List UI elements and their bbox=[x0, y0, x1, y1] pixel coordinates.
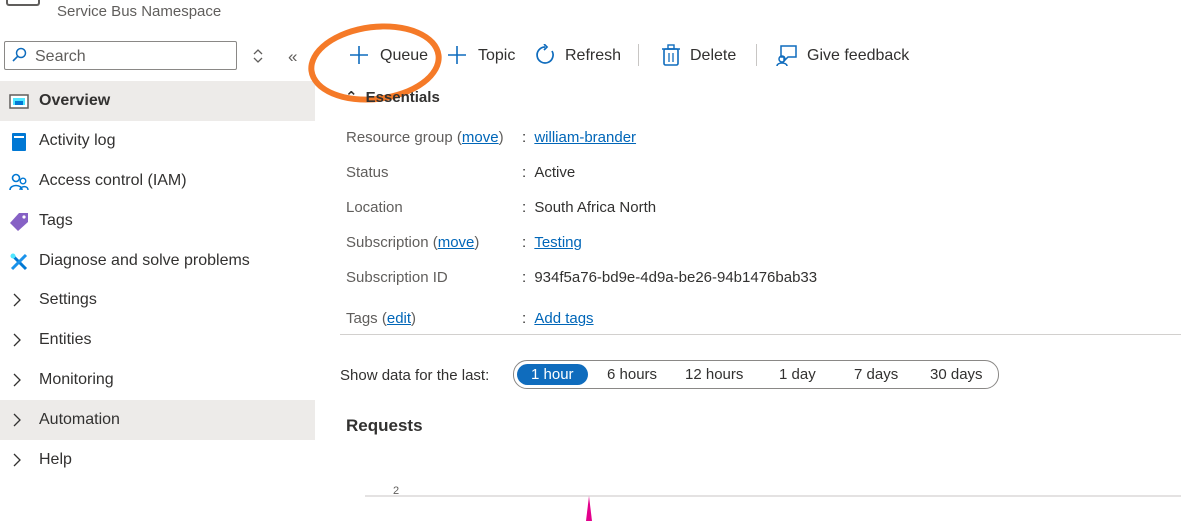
time-option-1-day[interactable]: 1 day bbox=[779, 366, 816, 383]
sidebar-item-entities[interactable]: Entities bbox=[0, 320, 315, 360]
toolbar-divider bbox=[756, 44, 757, 66]
sidebar-item-label: Activity log bbox=[39, 132, 116, 149]
sidebar-item-label: Monitoring bbox=[39, 371, 114, 388]
time-option-1-hour[interactable]: 1 hour bbox=[517, 364, 588, 385]
search-icon bbox=[12, 47, 27, 62]
trash-icon bbox=[662, 44, 680, 66]
time-option-6-hours[interactable]: 6 hours bbox=[607, 366, 657, 383]
feedback-label: Give feedback bbox=[807, 47, 910, 64]
time-option-7-days[interactable]: 7 days bbox=[854, 366, 898, 383]
sidebar-item-label: Access control (IAM) bbox=[39, 172, 187, 189]
resource-group-label: Resource group (move) bbox=[346, 129, 504, 146]
divider bbox=[340, 334, 1181, 335]
sidebar-item-automation[interactable]: Automation bbox=[0, 400, 315, 440]
sort-updown-icon[interactable] bbox=[252, 48, 264, 64]
add-tags-link[interactable]: Add tags bbox=[534, 310, 593, 327]
subscription-label: Subscription (move) bbox=[346, 234, 480, 251]
subscription-id-value: : 934f5a76-bd9e-4d9a-be26-94b1476bab33 bbox=[522, 269, 818, 286]
subscription-id-label: Subscription ID bbox=[346, 269, 448, 286]
chevron-up-icon: ⌃ bbox=[345, 89, 358, 106]
topic-label: Topic bbox=[478, 47, 516, 64]
time-range-label: Show data for the last: bbox=[340, 367, 490, 384]
people-icon bbox=[9, 173, 29, 191]
sidebar-item-label: Settings bbox=[39, 291, 97, 308]
resource-group-value: : william-brander bbox=[522, 129, 637, 146]
status-value: : Active bbox=[522, 164, 576, 181]
sidebar-item-monitoring[interactable]: Monitoring bbox=[0, 360, 315, 400]
sidebar-item-label: Tags bbox=[39, 212, 73, 229]
tags-label: Tags (edit) bbox=[346, 310, 417, 327]
service-bus-icon bbox=[6, 0, 40, 6]
overview-icon bbox=[9, 94, 29, 109]
sidebar-item-label: Automation bbox=[39, 411, 120, 428]
add-topic-button[interactable]: Topic bbox=[446, 42, 522, 70]
wrench-icon bbox=[10, 253, 28, 271]
sidebar-item-label: Diagnose and solve problems bbox=[39, 252, 250, 269]
chevron-right-icon bbox=[13, 293, 21, 307]
plus-icon bbox=[448, 46, 466, 64]
refresh-button[interactable]: Refresh bbox=[534, 42, 624, 70]
subscription-link[interactable]: Testing bbox=[534, 234, 582, 251]
sidebar-item-activity-log[interactable]: Activity log bbox=[0, 121, 315, 161]
chevron-right-icon bbox=[13, 453, 21, 467]
delete-button[interactable]: Delete bbox=[660, 42, 740, 70]
essentials-toggle[interactable]: ⌃ Essentials bbox=[345, 88, 440, 106]
essentials-title: Essentials bbox=[365, 89, 440, 106]
sidebar-item-label: Entities bbox=[39, 331, 92, 348]
time-option-30-days[interactable]: 30 days bbox=[930, 366, 983, 383]
sidebar-item-diagnose[interactable]: Diagnose and solve problems bbox=[0, 241, 315, 281]
sidebar-item-help[interactable]: Help bbox=[0, 440, 315, 480]
subscription-value: : Testing bbox=[522, 234, 582, 251]
search-input[interactable]: Search bbox=[4, 41, 237, 70]
delete-label: Delete bbox=[690, 47, 737, 64]
resource-group-link[interactable]: william-brander bbox=[534, 129, 636, 146]
tag-icon bbox=[10, 213, 28, 231]
chevron-right-icon bbox=[13, 413, 21, 427]
tags-value: : Add tags bbox=[522, 310, 594, 327]
feedback-icon bbox=[776, 45, 797, 66]
location-label: Location bbox=[346, 199, 403, 216]
sidebar-item-overview[interactable]: Overview bbox=[0, 81, 315, 121]
move-link[interactable]: move bbox=[462, 129, 499, 146]
requests-series-line bbox=[586, 496, 592, 521]
toolbar-divider bbox=[638, 44, 639, 66]
give-feedback-button[interactable]: Give feedback bbox=[776, 42, 916, 70]
search-placeholder: Search bbox=[35, 48, 86, 65]
y-tick-label: 2 bbox=[393, 485, 399, 497]
edit-tags-link[interactable]: edit bbox=[387, 310, 411, 327]
sidebar-item-label: Overview bbox=[39, 92, 111, 109]
time-option-12-hours[interactable]: 12 hours bbox=[685, 366, 743, 383]
resource-type-subtitle: Service Bus Namespace bbox=[57, 3, 222, 20]
status-label: Status bbox=[346, 164, 389, 181]
sidebar-item-label: Help bbox=[39, 451, 72, 468]
chevron-right-icon bbox=[13, 333, 21, 347]
chevron-right-icon bbox=[13, 373, 21, 387]
move-link[interactable]: move bbox=[438, 234, 475, 251]
activity-log-icon bbox=[12, 133, 26, 151]
sidebar-item-access-control[interactable]: Access control (IAM) bbox=[0, 161, 315, 201]
sidebar-item-tags[interactable]: Tags bbox=[0, 201, 315, 241]
collapse-sidebar-icon[interactable]: « bbox=[288, 47, 297, 67]
refresh-label: Refresh bbox=[565, 47, 622, 64]
refresh-icon bbox=[536, 44, 554, 64]
sidebar-item-settings[interactable]: Settings bbox=[0, 280, 315, 320]
location-value: : South Africa North bbox=[522, 199, 657, 216]
requests-chart-title: Requests bbox=[346, 416, 423, 435]
requests-chart: 2 bbox=[365, 485, 1181, 521]
